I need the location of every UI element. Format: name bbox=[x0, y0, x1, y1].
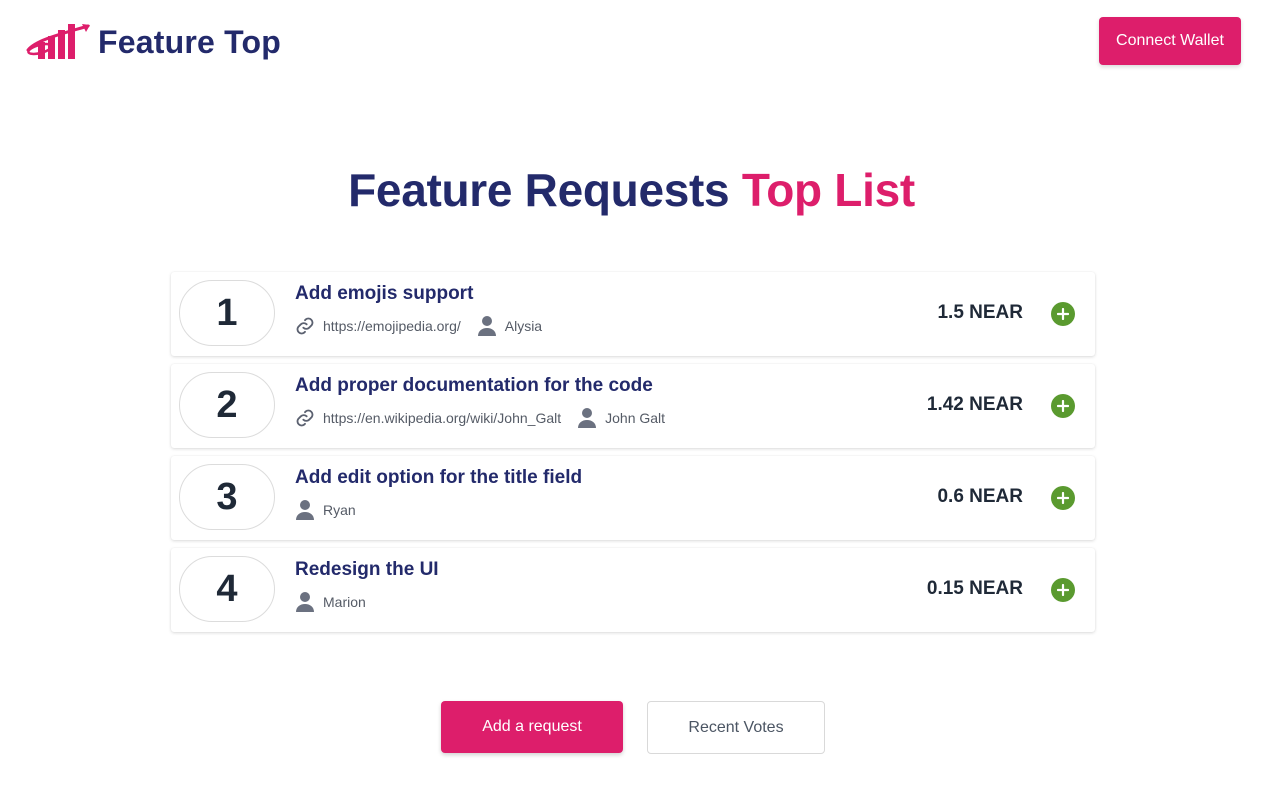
connect-wallet-button[interactable]: Connect Wallet bbox=[1099, 17, 1241, 65]
request-title: Add edit option for the title field bbox=[295, 467, 583, 488]
request-link[interactable]: https://emojipedia.org/ bbox=[295, 316, 461, 336]
request-author: John Galt bbox=[577, 407, 665, 429]
request-title: Add emojis support bbox=[295, 283, 474, 304]
request-meta: Ryan bbox=[295, 499, 356, 521]
list-item: 2 Add proper documentation for the code … bbox=[171, 364, 1095, 448]
request-meta: https://en.wikipedia.org/wiki/John_Galt … bbox=[295, 407, 665, 429]
rank-badge: 2 bbox=[179, 372, 275, 438]
list-item: 4 Redesign the UI Marion 0.15 NEAR bbox=[171, 548, 1095, 632]
rank-badge: 1 bbox=[179, 280, 275, 346]
page-title-accent: Top List bbox=[741, 164, 915, 216]
list-item: 1 Add emojis support https://emojipedia.… bbox=[171, 272, 1095, 356]
rank-badge: 3 bbox=[179, 464, 275, 530]
upvote-button[interactable] bbox=[1051, 394, 1075, 418]
link-icon bbox=[296, 409, 314, 427]
link-icon bbox=[296, 317, 314, 335]
bar-chart-logo-icon bbox=[26, 24, 90, 59]
plus-icon bbox=[1057, 584, 1069, 596]
header: Feature Top Connect Wallet bbox=[0, 0, 1263, 90]
upvote-button[interactable] bbox=[1051, 578, 1075, 602]
request-author-name: Marion bbox=[323, 594, 366, 610]
upvote-button[interactable] bbox=[1051, 486, 1075, 510]
upvote-button[interactable] bbox=[1051, 302, 1075, 326]
request-meta: https://emojipedia.org/ Alysia bbox=[295, 315, 542, 337]
request-link[interactable]: https://en.wikipedia.org/wiki/John_Galt bbox=[295, 408, 561, 428]
request-author: Ryan bbox=[295, 499, 356, 521]
user-icon bbox=[578, 408, 597, 428]
vote-amount: 1.42 NEAR bbox=[926, 394, 1023, 415]
list-item: 3 Add edit option for the title field Ry… bbox=[171, 456, 1095, 540]
user-icon bbox=[296, 592, 314, 612]
user-icon bbox=[296, 500, 314, 520]
rank-badge: 4 bbox=[179, 556, 275, 622]
request-author-name: John Galt bbox=[605, 410, 666, 426]
plus-icon bbox=[1057, 308, 1069, 320]
request-author-name: Ryan bbox=[323, 502, 356, 518]
vote-amount: 0.6 NEAR bbox=[937, 486, 1023, 507]
logo[interactable]: Feature Top bbox=[26, 22, 281, 62]
add-request-button[interactable]: Add a request bbox=[441, 701, 623, 753]
request-author-name: Alysia bbox=[504, 318, 543, 334]
app-name: Feature Top bbox=[98, 24, 281, 60]
request-link-text: https://en.wikipedia.org/wiki/John_Galt bbox=[323, 410, 562, 426]
bottom-actions: Add a request Recent Votes bbox=[441, 701, 825, 754]
request-link-text: https://emojipedia.org/ bbox=[323, 318, 461, 334]
page-title-main: Feature Requests bbox=[348, 164, 730, 216]
request-title: Add proper documentation for the code bbox=[295, 375, 653, 396]
plus-icon bbox=[1057, 492, 1069, 504]
request-author: Marion bbox=[295, 591, 366, 613]
request-list: 1 Add emojis support https://emojipedia.… bbox=[171, 272, 1095, 640]
vote-amount: 0.15 NEAR bbox=[926, 578, 1023, 599]
plus-icon bbox=[1057, 400, 1069, 412]
request-author: Alysia bbox=[477, 315, 542, 337]
recent-votes-button[interactable]: Recent Votes bbox=[647, 701, 825, 754]
vote-amount: 1.5 NEAR bbox=[937, 302, 1023, 323]
request-title: Redesign the UI bbox=[295, 559, 439, 580]
page-title: Feature Requests Top List bbox=[0, 162, 1263, 218]
request-meta: Marion bbox=[295, 591, 366, 613]
user-icon bbox=[477, 316, 496, 336]
